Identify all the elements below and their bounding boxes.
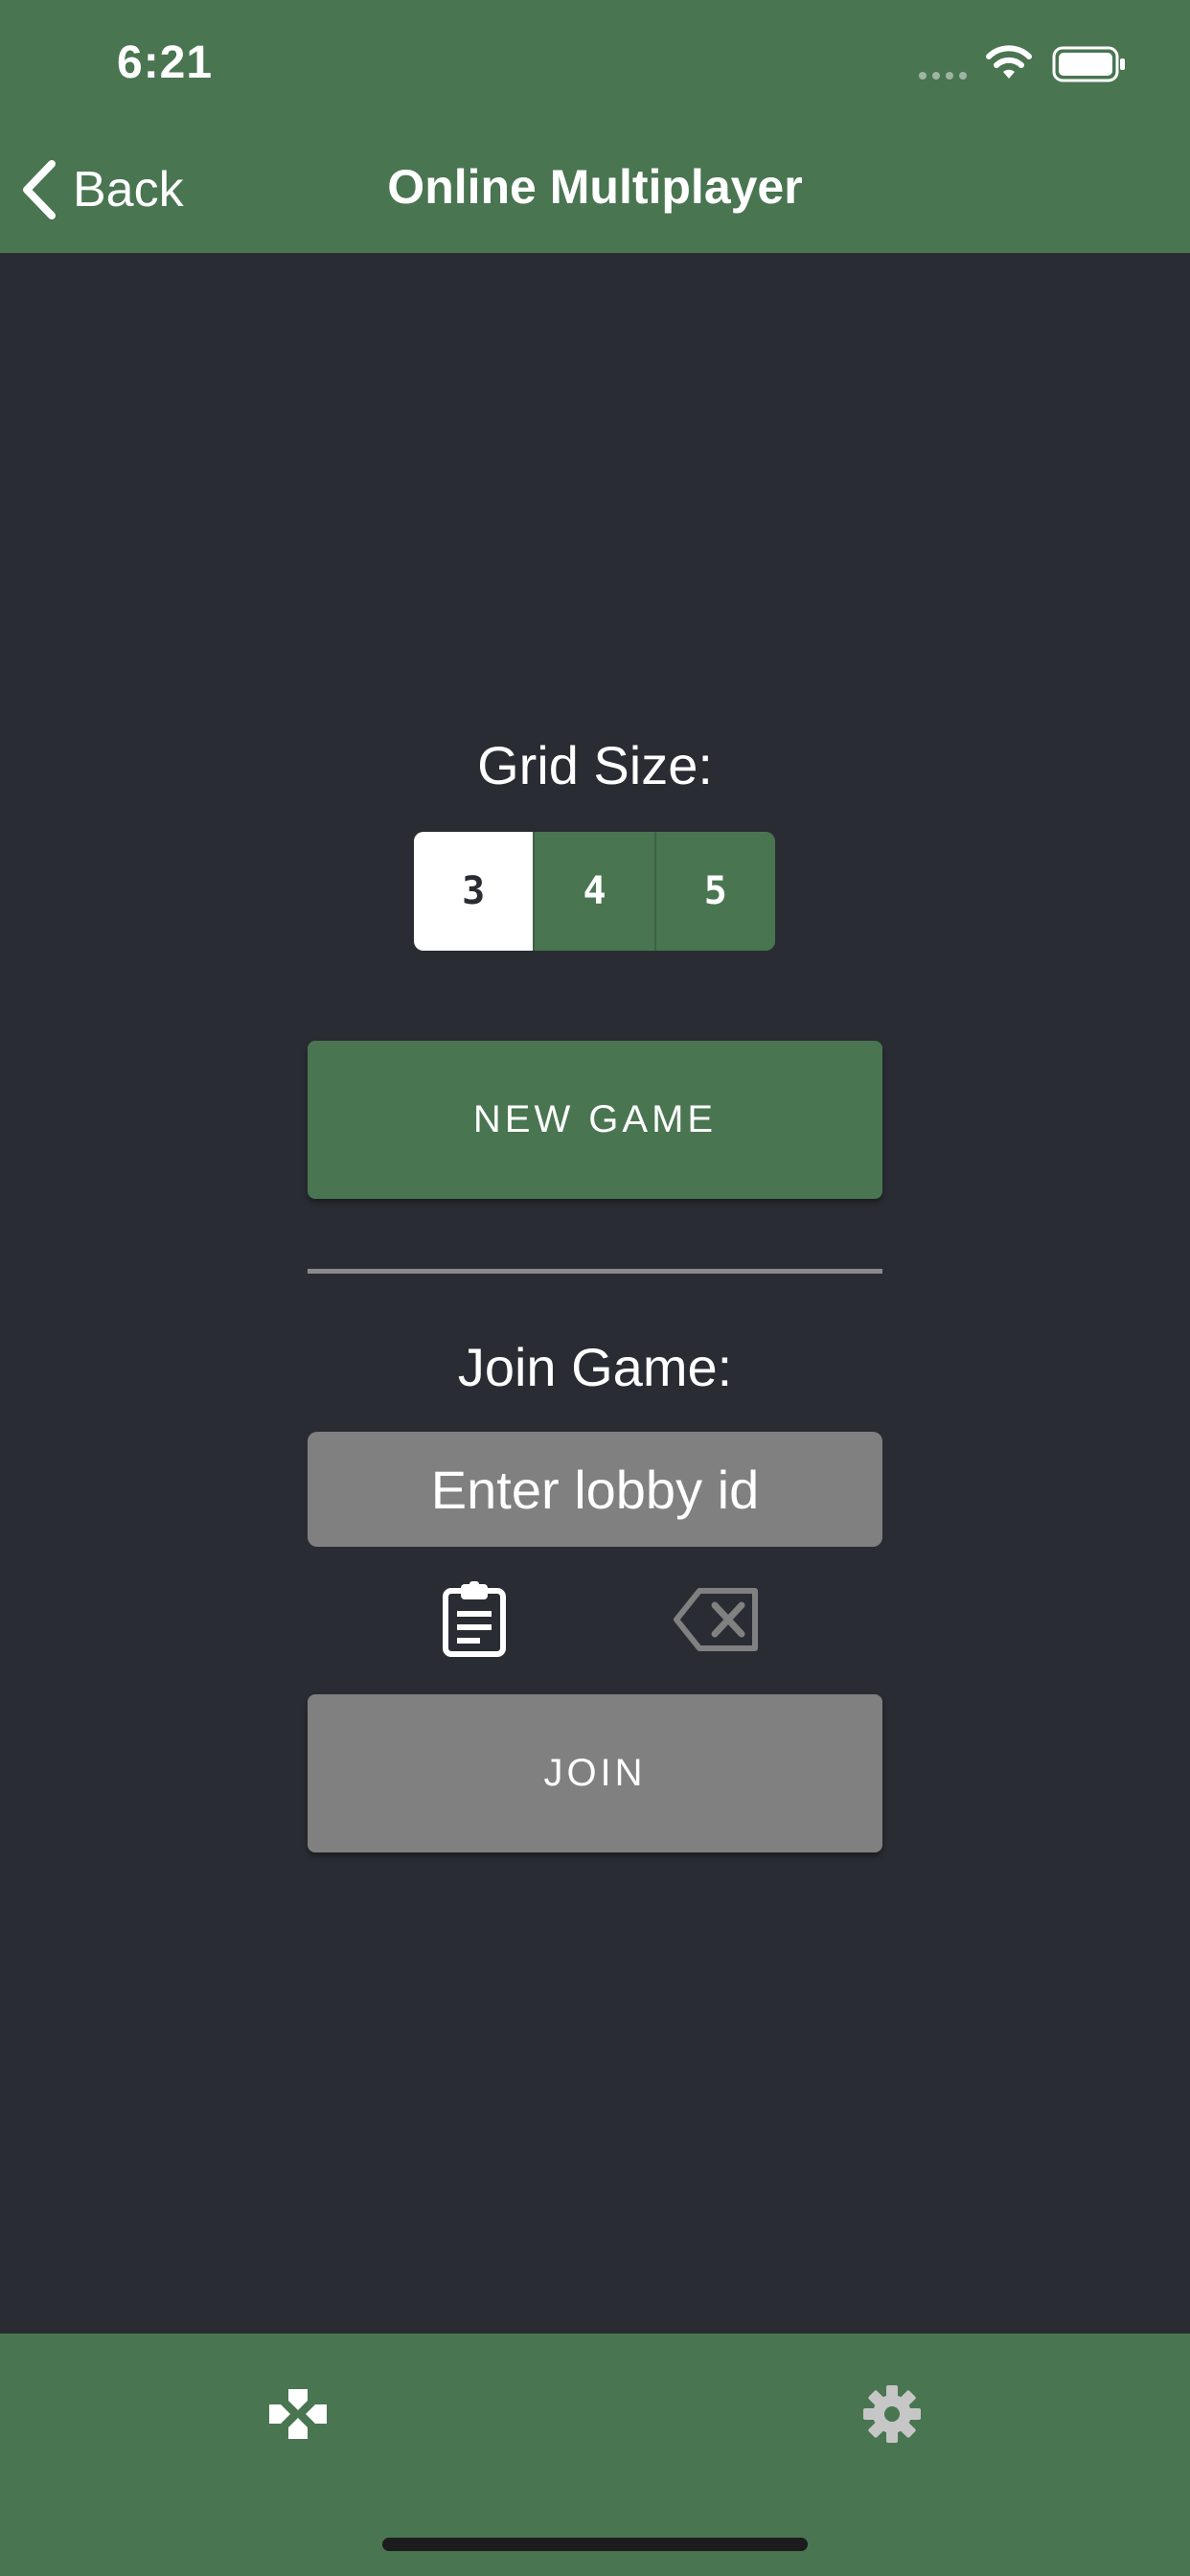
screen: 6:21 Back Online Multiplayer Grid Size: bbox=[0, 0, 1190, 2576]
clipboard-icon bbox=[443, 1581, 506, 1657]
clear-input-button[interactable] bbox=[669, 1581, 765, 1658]
cellular-signal-icon bbox=[919, 72, 967, 80]
home-indicator bbox=[382, 2538, 808, 2551]
gear-icon bbox=[863, 2385, 921, 2443]
page-title: Online Multiplayer bbox=[387, 160, 803, 214]
grid-size-selector: 3 4 5 bbox=[414, 832, 775, 951]
tab-games[interactable] bbox=[260, 2376, 336, 2452]
grid-size-option-5[interactable]: 5 bbox=[655, 832, 775, 951]
status-time: 6:21 bbox=[117, 37, 214, 88]
new-game-button[interactable]: NEW GAME bbox=[308, 1041, 882, 1199]
backspace-icon bbox=[674, 1588, 758, 1651]
grid-size-option-3[interactable]: 3 bbox=[414, 832, 536, 951]
divider bbox=[308, 1269, 882, 1274]
battery-icon bbox=[1052, 46, 1125, 82]
lobby-id-input[interactable] bbox=[308, 1432, 882, 1547]
grid-size-option-4[interactable]: 4 bbox=[535, 832, 656, 951]
join-game-label: Join Game: bbox=[457, 1337, 733, 1397]
grid-size-label: Grid Size: bbox=[477, 735, 713, 795]
gamepad-icon bbox=[269, 2389, 327, 2439]
paste-button[interactable] bbox=[436, 1581, 513, 1658]
join-button[interactable]: JOIN bbox=[308, 1694, 882, 1852]
wifi-icon bbox=[986, 45, 1032, 79]
header: 6:21 Back Online Multiplayer bbox=[0, 0, 1190, 253]
tab-settings[interactable] bbox=[854, 2376, 930, 2452]
